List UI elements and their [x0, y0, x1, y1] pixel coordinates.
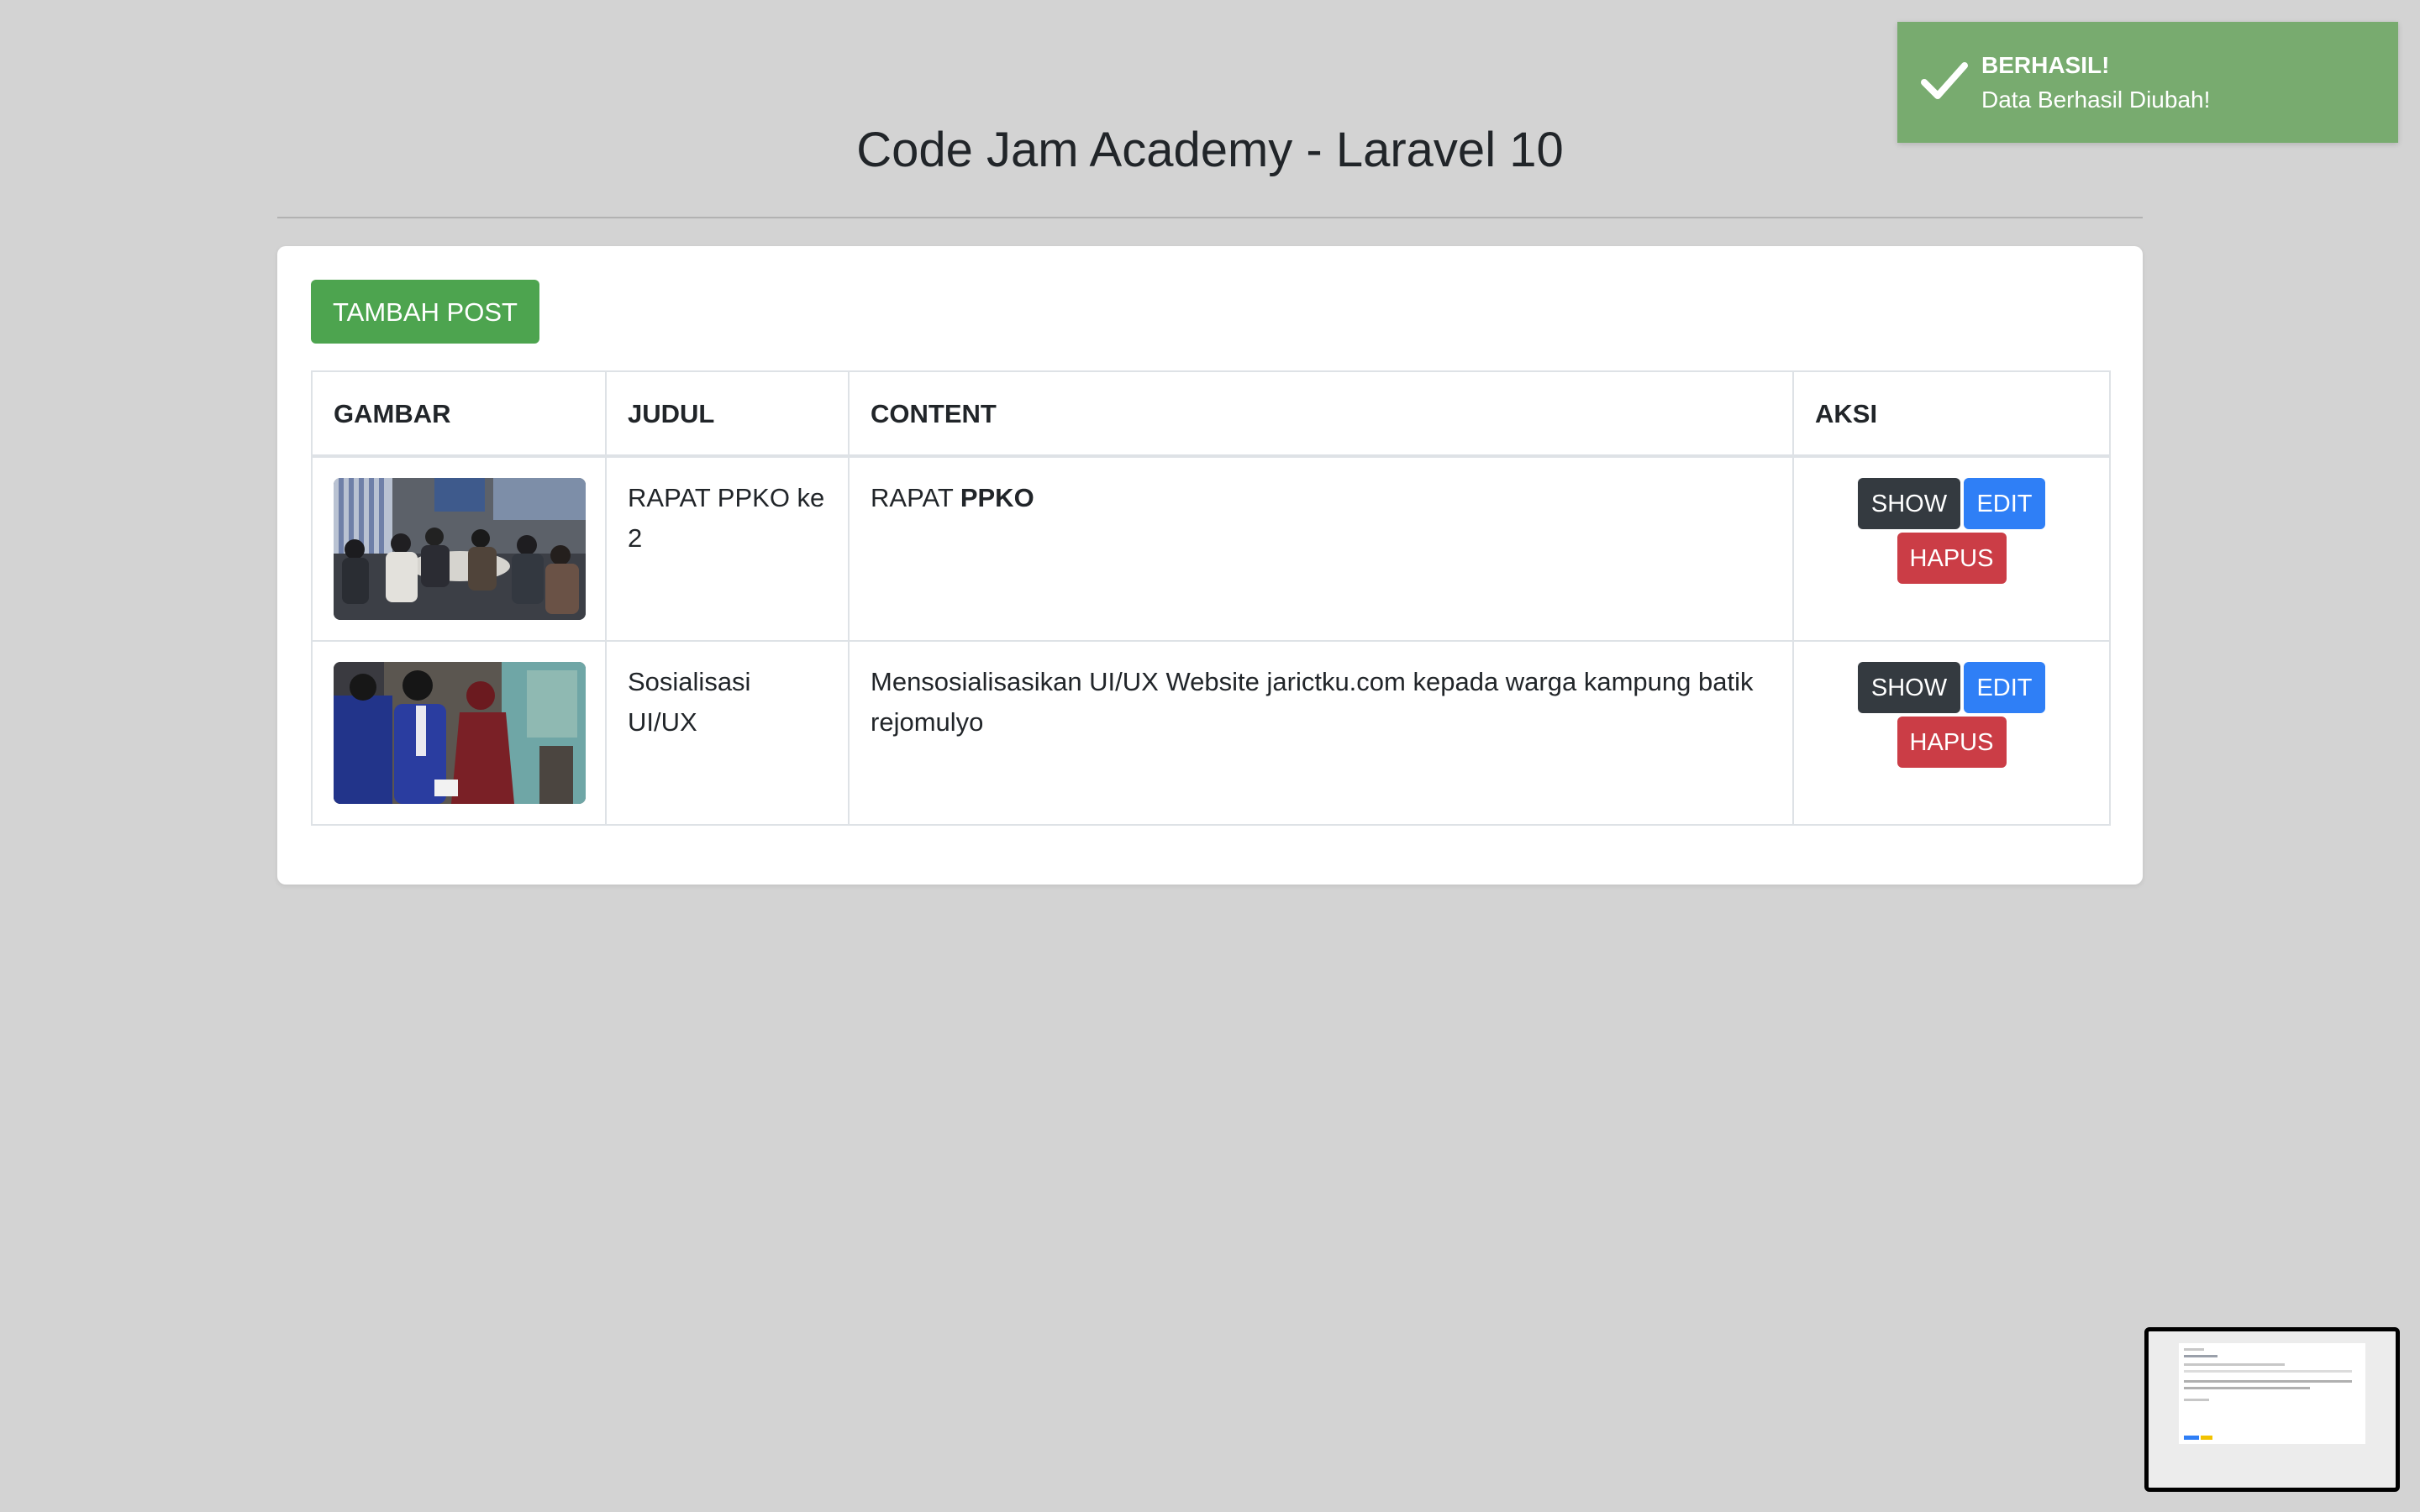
title-cell: Sosialisasi UI/UX [605, 640, 850, 826]
socialization-photo [334, 662, 586, 804]
edit-button[interactable]: EDIT [1964, 662, 2045, 713]
actions-cell: SHOW EDIT HAPUS [1792, 640, 2111, 826]
content-text: Mensosialisasikan UI/UX Website jarictku… [871, 667, 1754, 737]
content-bold-text: PPKO [960, 483, 1034, 512]
page: Code Jam Academy - Laravel 10 TAMBAH POS… [0, 0, 2420, 1512]
content-cell: RAPAT PPKO [848, 455, 1794, 642]
posts-card: TAMBAH POST GAMBAR JUDUL CONTENT AKSI RA… [277, 246, 2143, 885]
thumbnail-document [2179, 1343, 2365, 1444]
add-post-button[interactable]: TAMBAH POST [311, 280, 539, 344]
table-row: RAPAT PPKO ke 2 RAPAT PPKO SHOW EDIT HAPU… [311, 455, 2111, 642]
action-buttons: SHOW EDIT HAPUS [1834, 478, 2070, 585]
posts-table: GAMBAR JUDUL CONTENT AKSI RAPAT PPKO ke … [311, 370, 2111, 826]
column-header-judul: JUDUL [605, 370, 850, 458]
success-toast[interactable]: BERHASIL! Data Berhasil Diubah! [1897, 22, 2398, 143]
show-button[interactable]: SHOW [1858, 478, 1960, 529]
edit-button[interactable]: EDIT [1964, 478, 2045, 529]
title-divider [277, 217, 2143, 218]
column-header-content: CONTENT [848, 370, 1794, 458]
window-thumbnail-preview[interactable] [2144, 1327, 2400, 1492]
toast-message: Data Berhasil Diubah! [1981, 87, 2211, 113]
meeting-photo [334, 478, 586, 620]
table-row: Sosialisasi UI/UX Mensosialisasikan UI/U… [311, 640, 2111, 826]
delete-button[interactable]: HAPUS [1897, 717, 2007, 768]
check-icon [1921, 62, 1968, 99]
content-cell: Mensosialisasikan UI/UX Website jarictku… [848, 640, 1794, 826]
title-cell: RAPAT PPKO ke 2 [605, 455, 850, 642]
table-header-row: GAMBAR JUDUL CONTENT AKSI [311, 370, 2111, 458]
image-cell [311, 455, 607, 642]
image-cell [311, 640, 607, 826]
show-button[interactable]: SHOW [1858, 662, 1960, 713]
column-header-aksi: AKSI [1792, 370, 2111, 458]
delete-button[interactable]: HAPUS [1897, 533, 2007, 584]
action-buttons: SHOW EDIT HAPUS [1834, 662, 2070, 769]
toast-title: BERHASIL! [1981, 52, 2110, 78]
column-header-gambar: GAMBAR [311, 370, 607, 458]
actions-cell: SHOW EDIT HAPUS [1792, 455, 2111, 642]
content-text: RAPAT [871, 483, 954, 512]
